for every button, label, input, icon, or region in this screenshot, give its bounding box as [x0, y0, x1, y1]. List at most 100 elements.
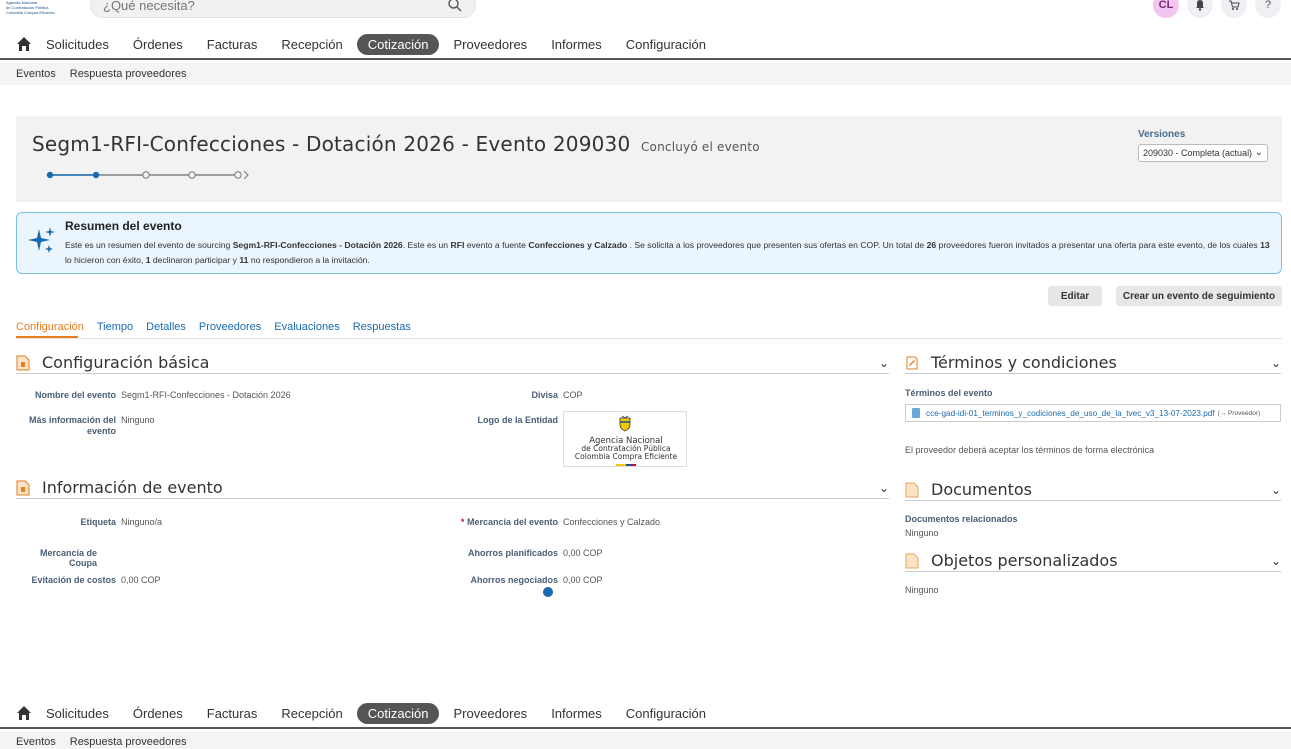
subnav-respuesta-proveedores[interactable]: Respuesta proveedores [70, 736, 187, 748]
entity-logo-label: Logo de la Entidad [477, 415, 559, 425]
nav-item-ordenes[interactable]: Órdenes [133, 704, 183, 723]
terms-note: El proveedor deberá aceptar los términos… [905, 445, 1155, 455]
tab-evaluaciones[interactable]: Evaluaciones [274, 321, 339, 333]
negotiated-savings-value: 0,00 COP [563, 575, 603, 585]
create-follow-up-event-button[interactable]: Crear un evento de seguimiento [1116, 286, 1282, 306]
event-summary: Resumen del evento Este es un resumen de… [16, 212, 1282, 274]
summary-fragment: . Se solicita a los proveedores que pres… [627, 240, 927, 250]
planned-savings-label: Ahorros planificados [467, 548, 558, 558]
top-right-actions: CL ? [1153, 0, 1281, 18]
user-avatar[interactable]: CL [1153, 0, 1179, 18]
event-commodity-value: Confecciones y Calzado [563, 517, 661, 527]
nav-item-configuracion[interactable]: Configuración [626, 35, 706, 54]
summary-event-type: RFI [450, 240, 465, 250]
tabs-divider [16, 338, 1282, 339]
documents-header[interactable]: Documentos ⌄ [905, 479, 1281, 501]
more-info-label: Más información del evento [28, 415, 116, 436]
chevron-down-icon[interactable]: ⌄ [1271, 554, 1281, 568]
global-search [90, 0, 476, 18]
custom-objects-value: Ninguno [905, 585, 939, 595]
versions-dropdown[interactable]: 209030 - Completa (actual) ⌄ [1138, 144, 1268, 162]
nav-item-ordenes[interactable]: Órdenes [133, 35, 183, 54]
entity-logo-text: Agencia Nacional de Contratación Pública… [564, 437, 688, 461]
step-arrow [243, 170, 249, 180]
tab-respuestas[interactable]: Respuestas [353, 321, 411, 333]
cart-icon[interactable] [1221, 0, 1247, 18]
nav-item-solicitudes[interactable]: Solicitudes [46, 35, 109, 54]
terms-file-target: (→ Proveedor) [1217, 409, 1261, 417]
bell-icon[interactable] [1187, 0, 1213, 18]
chevron-down-icon[interactable]: ⌄ [1271, 356, 1281, 370]
nav-item-cotizacion[interactable]: Cotización [356, 702, 440, 724]
step-dot [234, 171, 242, 179]
help-icon[interactable]: ? [1255, 0, 1281, 18]
subnav-eventos[interactable]: Eventos [16, 736, 56, 748]
document-icon [16, 355, 30, 370]
top-bar: Agencia Nacional de Contratación Pública… [0, 0, 1291, 28]
documents-title: Documentos [931, 480, 1033, 499]
event-commodity-label: * Mercancía del evento [420, 517, 558, 527]
search-input[interactable] [103, 0, 443, 17]
currency-value: COP [563, 390, 583, 400]
step-dot [92, 171, 100, 179]
nav-item-proveedores[interactable]: Proveedores [453, 704, 527, 723]
event-terms-label: Términos del evento [905, 388, 993, 398]
chevron-down-icon[interactable]: ⌄ [1271, 483, 1281, 497]
subnav-respuesta-proveedores[interactable]: Respuesta proveedores [70, 68, 187, 80]
summary-fragment: evento a fuente [464, 240, 529, 250]
file-icon [905, 482, 919, 497]
terms-header[interactable]: Términos y condiciones ⌄ [905, 352, 1281, 374]
step-dot [142, 171, 150, 179]
tag-value: Ninguno/a [121, 517, 163, 527]
related-docs-label: Documentos relacionados [905, 514, 1018, 524]
nav-item-facturas[interactable]: Facturas [207, 35, 258, 54]
flag-strip [616, 464, 636, 466]
nav-item-cotizacion[interactable]: Cotización [356, 33, 440, 55]
nav-item-facturas[interactable]: Facturas [207, 704, 258, 723]
more-info-value: Ninguno [121, 415, 155, 425]
nav-item-proveedores[interactable]: Proveedores [453, 35, 527, 54]
cost-avoidance-value: 0,00 COP [121, 575, 161, 585]
summary-event-name: Segm1-RFI-Confecciones - Dotación 2026 [232, 240, 403, 250]
entity-logo[interactable]: Agencia Nacional de Contratación Pública… [6, 0, 66, 20]
home-icon[interactable] [16, 705, 32, 721]
required-mark: * [460, 517, 465, 527]
search-icon[interactable] [447, 0, 463, 13]
chevron-down-icon[interactable]: ⌄ [879, 356, 889, 370]
tab-proveedores[interactable]: Proveedores [199, 321, 261, 333]
cost-avoidance-label: Evitación de costos [31, 575, 116, 585]
summary-invited: 26 [926, 240, 937, 250]
event-name-value: Segm1-RFI-Confecciones - Dotación 2026 [121, 390, 291, 400]
event-title-text: Segm1-RFI-Confecciones - Dotación 2026 -… [32, 132, 631, 156]
edit-button[interactable]: Editar [1048, 286, 1102, 306]
summary-title: Resumen del evento [65, 219, 182, 233]
active-tab-underline [16, 336, 78, 338]
event-info-header[interactable]: Información de evento ⌄ [16, 477, 889, 499]
terms-title: Términos y condiciones [931, 353, 1117, 372]
basic-config-header[interactable]: Configuración básica ⌄ [16, 352, 889, 374]
custom-objects-header[interactable]: Objetos personalizados ⌄ [905, 550, 1281, 572]
nav-item-recepcion[interactable]: Recepción [281, 35, 342, 54]
versions-label: Versiones [1138, 129, 1186, 140]
info-icon[interactable] [543, 587, 553, 597]
subnav-eventos[interactable]: Eventos [16, 68, 56, 80]
summary-commodity: Confecciones y Calzado [528, 240, 628, 250]
file-icon [912, 408, 920, 418]
nav-item-informes[interactable]: Informes [551, 704, 602, 723]
summary-fragment: lo hicieron con éxito, [65, 255, 146, 265]
signature-icon [906, 356, 918, 369]
event-header: Segm1-RFI-Confecciones - Dotación 2026 -… [16, 116, 1282, 202]
tab-configuracion[interactable]: Configuración [16, 321, 84, 333]
nav-item-solicitudes[interactable]: Solicitudes [46, 704, 109, 723]
planned-savings-value: 0,00 COP [563, 548, 603, 558]
home-icon[interactable] [16, 36, 32, 52]
coat-of-arms-icon [619, 415, 631, 432]
tab-detalles[interactable]: Detalles [146, 321, 186, 333]
nav-item-recepcion[interactable]: Recepción [281, 704, 342, 723]
terms-file-link[interactable]: cce-gad-idi-01_terminos_y_codiciones_de_… [905, 404, 1281, 422]
nav-item-informes[interactable]: Informes [551, 35, 602, 54]
nav-item-configuracion[interactable]: Configuración [626, 704, 706, 723]
tab-tiempo[interactable]: Tiempo [97, 321, 133, 333]
chevron-down-icon[interactable]: ⌄ [879, 481, 889, 495]
terms-file-name[interactable]: cce-gad-idi-01_terminos_y_codiciones_de_… [926, 409, 1215, 418]
